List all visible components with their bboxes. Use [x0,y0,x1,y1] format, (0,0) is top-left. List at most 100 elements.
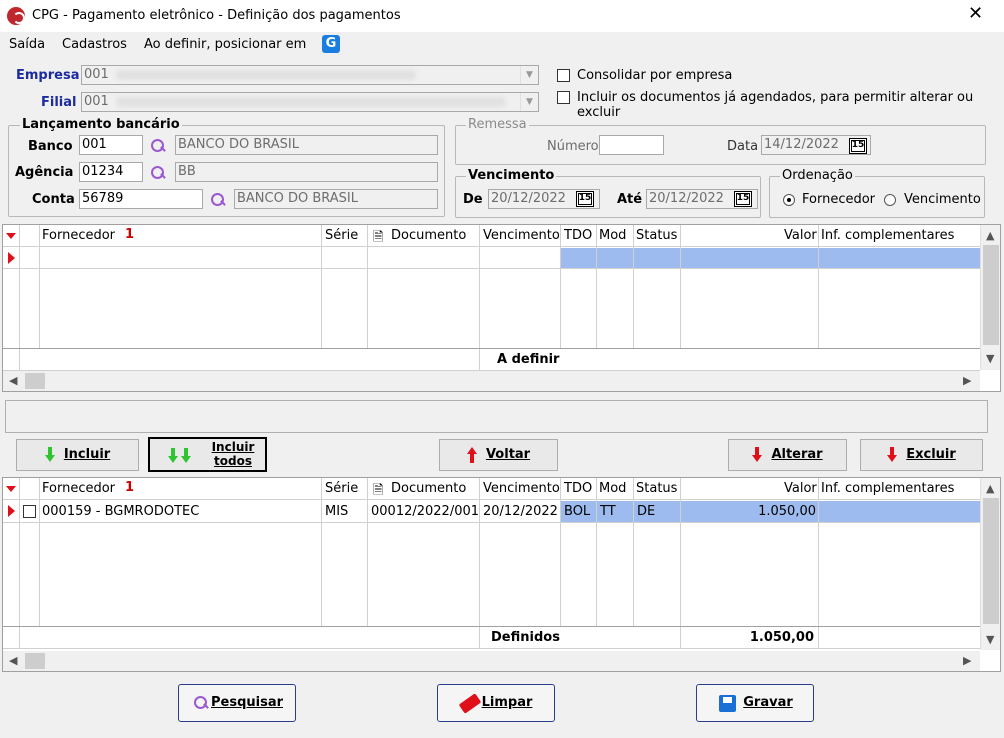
col-valor[interactable]: Valor [784,481,817,496]
col-tdo[interactable]: TDO [564,481,592,496]
row-checkbox[interactable] [23,505,36,518]
current-row-icon [8,505,15,517]
selected-row[interactable] [560,248,980,268]
remessa-title: Remessa [466,117,529,132]
conta-input[interactable]: 56789 [79,189,203,209]
g-app-icon[interactable]: G [322,35,340,53]
cell-documento: 00012/2022/001 [371,504,480,519]
de-value: 20/12/2022 [491,191,566,206]
col-tdo[interactable]: TDO [564,228,592,243]
empresa-label: Empresa [16,68,80,83]
consolidar-checkbox[interactable] [557,69,570,82]
app-logo-icon [7,7,25,25]
vertical-scrollbar[interactable]: ▲ ▼ [980,478,1000,650]
window-title: CPG - Pagamento eletrônico - Definição d… [32,8,401,23]
radio-vencimento-label: Vencimento [904,192,981,207]
sort-icon: 1 [125,227,135,242]
cell-serie: MIS [325,504,349,519]
col-documento[interactable]: Documento [391,481,466,496]
col-status[interactable]: Status [636,228,677,243]
alterar-label: Alterar [771,447,823,462]
incluir-todos-button[interactable]: Incluir todos [148,437,267,472]
col-valor[interactable]: Valor [784,228,817,243]
col-fornecedor[interactable]: Fornecedor [42,228,115,243]
banco-desc: BANCO DO BRASIL [175,135,438,155]
excluir-button[interactable]: Excluir [860,439,983,471]
ate-label: Até [617,192,643,207]
cell-valor: 1.050,00 [758,504,816,519]
col-mod[interactable]: Mod [599,228,626,243]
limpar-label: Limpar [481,695,533,710]
search-icon[interactable] [210,192,226,208]
document-icon: 🗎 [373,230,384,245]
cell-tdo: BOL [564,504,591,519]
sort-icon: 1 [125,480,135,495]
pesquisar-button[interactable]: Pesquisar [178,684,296,722]
current-row-icon [8,252,15,264]
search-icon[interactable] [150,165,166,181]
gravar-button[interactable]: Gravar [696,684,814,722]
menu-saida[interactable]: Saída [9,37,45,52]
incluir-button[interactable]: Incluir [16,439,139,471]
calendar-icon[interactable]: 15 [734,191,752,207]
col-inf[interactable]: Inf. complementares [821,481,954,496]
incluir-docs-checkbox[interactable] [557,91,570,104]
horizontal-scrollbar[interactable]: ◀ ▶ [3,371,980,391]
data-value: 14/12/2022 [764,137,839,152]
menu-cadastros[interactable]: Cadastros [62,37,127,52]
chevron-down-icon[interactable]: ▼ [520,93,538,111]
arrow-down-icon [44,446,55,463]
data-label: Data [727,139,759,154]
menu-posicionar[interactable]: Ao definir, posicionar em [144,37,306,52]
arrow-up-icon [466,446,477,463]
col-documento[interactable]: Documento [391,228,466,243]
col-vencimento[interactable]: Vencimento [483,228,560,243]
de-label: De [463,192,483,207]
col-serie[interactable]: Série [325,481,358,496]
banco-input[interactable]: 001 [79,135,143,155]
footer-total: 1.050,00 [749,630,814,645]
search-icon [193,695,209,711]
remessa-group [455,125,986,165]
col-vencimento[interactable]: Vencimento [483,481,560,496]
arrow-down-icon [752,446,763,463]
search-icon[interactable] [150,138,166,154]
document-icon: 🗎 [373,483,384,498]
alterar-button[interactable]: Alterar [728,439,847,471]
col-mod[interactable]: Mod [599,481,626,496]
horizontal-scrollbar[interactable]: ◀ ▶ [3,651,980,671]
empresa-combo[interactable]: 001 ▼ [81,65,539,85]
radio-vencimento[interactable] [884,194,896,206]
col-fornecedor[interactable]: Fornecedor [42,481,115,496]
radio-fornecedor[interactable] [783,194,795,206]
pesquisar-label: Pesquisar [210,695,284,710]
cell-vencimento: 20/12/2022 [483,504,558,519]
agencia-desc: BB [175,162,438,182]
col-status[interactable]: Status [636,481,677,496]
filial-label: Filial [41,95,77,110]
table-row[interactable]: 000159 - BGMRODOTEC MIS 00012/2022/001 2… [3,501,980,522]
voltar-button[interactable]: Voltar [439,439,558,471]
footer-definidos: Definidos [491,630,560,645]
grid-definidos[interactable]: Fornecedor 1 Série 🗎 Documento Venciment… [2,477,1001,672]
incluir-label: Incluir [63,447,111,462]
numero-label: Número [547,139,599,154]
limpar-button[interactable]: Limpar [437,684,555,722]
banco-label: Banco [28,139,73,154]
gravar-label: Gravar [743,695,793,710]
incluir-docs-label: Incluir os documentos já agendados, para… [577,90,974,120]
calendar-icon[interactable]: 15 [576,191,594,207]
numero-input[interactable] [599,135,664,155]
conta-label: Conta [32,192,75,207]
col-serie[interactable]: Série [325,228,358,243]
agencia-input[interactable]: 01234 [79,162,143,182]
calendar-icon[interactable]: 15 [849,138,867,154]
incluir-todos-label: Incluir todos [211,440,255,468]
vertical-scrollbar[interactable]: ▲ ▼ [980,225,1000,370]
filial-combo[interactable]: 001 ▼ [81,92,539,112]
grid-a-definir[interactable]: Fornecedor 1 Série 🗎 Documento Venciment… [2,224,1001,392]
close-icon[interactable]: ✕ [968,3,983,24]
chevron-down-icon[interactable]: ▼ [520,66,538,84]
ordenacao-title: Ordenação [780,168,855,183]
col-inf[interactable]: Inf. complementares [821,228,954,243]
